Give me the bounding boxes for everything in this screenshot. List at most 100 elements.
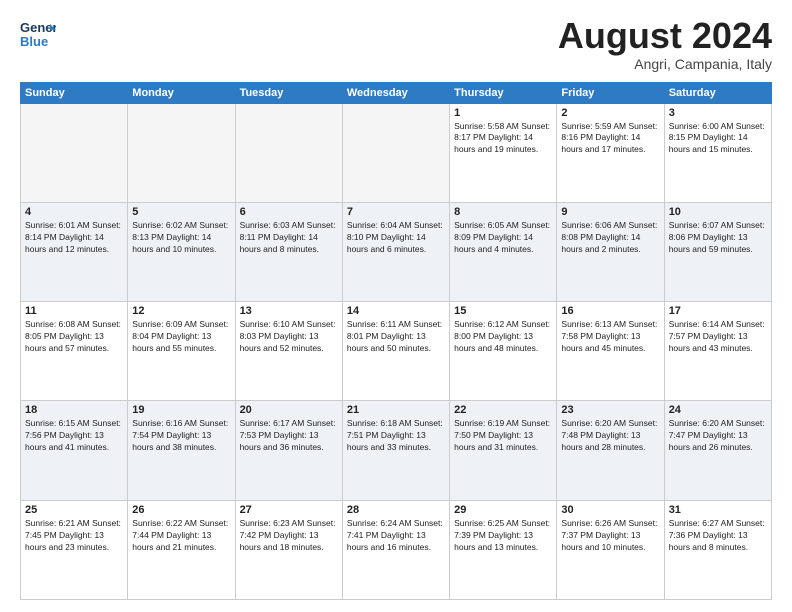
- calendar-cell: 6Sunrise: 6:03 AM Sunset: 8:11 PM Daylig…: [235, 202, 342, 301]
- day-number: 3: [669, 107, 767, 119]
- day-info: Sunrise: 6:18 AM Sunset: 7:51 PM Dayligh…: [347, 418, 445, 454]
- day-number: 11: [25, 305, 123, 317]
- day-info: Sunrise: 6:20 AM Sunset: 7:48 PM Dayligh…: [561, 418, 659, 454]
- week-row-5: 25 Sunrise: 6:21 AM Sunset: 7:45 PM Dayli…: [21, 500, 772, 599]
- day-number: 5: [132, 206, 230, 218]
- day-info: Sunrise: 6:01 AM Sunset: 8:14 PM Dayligh…: [25, 220, 123, 256]
- day-info: Sunrise: 6:12 AM Sunset: 8:00 PM Dayligh…: [454, 319, 552, 355]
- day-number: 20: [240, 404, 338, 416]
- day-number: 4: [25, 206, 123, 218]
- day-info: Sunrise: 6:14 AM Sunset: 7:57 PM Dayligh…: [669, 319, 767, 355]
- day-number: 10: [669, 206, 767, 218]
- calendar-cell: [342, 103, 449, 202]
- page: General Blue August 2024 Angri, Campania…: [0, 0, 792, 612]
- day-number: 2: [561, 107, 659, 119]
- day-number: 15: [454, 305, 552, 317]
- day-info: Sunrise: 6:23 AM Sunset: 7:42 PM Dayligh…: [240, 518, 338, 554]
- day-number: 13: [240, 305, 338, 317]
- month-title: August 2024: [558, 16, 772, 56]
- calendar-cell: 2 Sunrise: 5:59 AM Sunset: 8:16 PM Daylig…: [557, 103, 664, 202]
- weekday-header-saturday: Saturday: [664, 82, 771, 103]
- logo-icon: General Blue: [20, 16, 56, 52]
- day-info: Sunrise: 6:20 AM Sunset: 7:47 PM Dayligh…: [669, 418, 767, 454]
- day-number: 12: [132, 305, 230, 317]
- day-number: 24: [669, 404, 767, 416]
- day-number: 14: [347, 305, 445, 317]
- day-info: Sunrise: 6:15 AM Sunset: 7:56 PM Dayligh…: [25, 418, 123, 454]
- calendar-cell: 4 Sunrise: 6:01 AM Sunset: 8:14 PM Daylig…: [21, 202, 128, 301]
- weekday-header-thursday: Thursday: [450, 82, 557, 103]
- day-info: Sunrise: 6:25 AM Sunset: 7:39 PM Dayligh…: [454, 518, 552, 554]
- calendar-table: SundayMondayTuesdayWednesdayThursdayFrid…: [20, 82, 772, 600]
- weekday-header-monday: Monday: [128, 82, 235, 103]
- calendar-cell: 23 Sunrise: 6:20 AM Sunset: 7:48 PM Dayli…: [557, 401, 664, 500]
- calendar-cell: [21, 103, 128, 202]
- day-info: Sunrise: 6:19 AM Sunset: 7:50 PM Dayligh…: [454, 418, 552, 454]
- calendar-cell: 31Sunrise: 6:27 AM Sunset: 7:36 PM Dayli…: [664, 500, 771, 599]
- day-number: 18: [25, 404, 123, 416]
- day-number: 26: [132, 504, 230, 516]
- calendar-cell: [235, 103, 342, 202]
- day-info: Sunrise: 6:11 AM Sunset: 8:01 PM Dayligh…: [347, 319, 445, 355]
- location-subtitle: Angri, Campania, Italy: [558, 56, 772, 72]
- day-number: 6: [240, 206, 338, 218]
- day-number: 8: [454, 206, 552, 218]
- day-info: Sunrise: 6:07 AM Sunset: 8:06 PM Dayligh…: [669, 220, 767, 256]
- calendar-cell: 16 Sunrise: 6:13 AM Sunset: 7:58 PM Dayli…: [557, 302, 664, 401]
- calendar-cell: 13Sunrise: 6:10 AM Sunset: 8:03 PM Dayli…: [235, 302, 342, 401]
- calendar-cell: 26 Sunrise: 6:22 AM Sunset: 7:44 PM Dayli…: [128, 500, 235, 599]
- day-number: 22: [454, 404, 552, 416]
- day-info: Sunrise: 6:06 AM Sunset: 8:08 PM Dayligh…: [561, 220, 659, 256]
- calendar-cell: 5 Sunrise: 6:02 AM Sunset: 8:13 PM Daylig…: [128, 202, 235, 301]
- day-info: Sunrise: 5:58 AM Sunset: 8:17 PM Dayligh…: [454, 121, 552, 157]
- week-row-4: 18 Sunrise: 6:15 AM Sunset: 7:56 PM Dayli…: [21, 401, 772, 500]
- day-number: 21: [347, 404, 445, 416]
- calendar-cell: 9 Sunrise: 6:06 AM Sunset: 8:08 PM Daylig…: [557, 202, 664, 301]
- week-row-3: 11 Sunrise: 6:08 AM Sunset: 8:05 PM Dayli…: [21, 302, 772, 401]
- weekday-header-tuesday: Tuesday: [235, 82, 342, 103]
- day-info: Sunrise: 6:26 AM Sunset: 7:37 PM Dayligh…: [561, 518, 659, 554]
- calendar-cell: 29Sunrise: 6:25 AM Sunset: 7:39 PM Dayli…: [450, 500, 557, 599]
- week-row-1: 1Sunrise: 5:58 AM Sunset: 8:17 PM Daylig…: [21, 103, 772, 202]
- day-info: Sunrise: 6:05 AM Sunset: 8:09 PM Dayligh…: [454, 220, 552, 256]
- logo: General Blue: [20, 16, 56, 52]
- day-number: 9: [561, 206, 659, 218]
- day-number: 16: [561, 305, 659, 317]
- day-number: 7: [347, 206, 445, 218]
- calendar-cell: 15 Sunrise: 6:12 AM Sunset: 8:00 PM Dayli…: [450, 302, 557, 401]
- day-info: Sunrise: 6:24 AM Sunset: 7:41 PM Dayligh…: [347, 518, 445, 554]
- day-info: Sunrise: 6:13 AM Sunset: 7:58 PM Dayligh…: [561, 319, 659, 355]
- calendar-cell: 18 Sunrise: 6:15 AM Sunset: 7:56 PM Dayli…: [21, 401, 128, 500]
- calendar-cell: 27Sunrise: 6:23 AM Sunset: 7:42 PM Dayli…: [235, 500, 342, 599]
- calendar-cell: 25 Sunrise: 6:21 AM Sunset: 7:45 PM Dayli…: [21, 500, 128, 599]
- day-info: Sunrise: 5:59 AM Sunset: 8:16 PM Dayligh…: [561, 121, 659, 157]
- weekday-header-wednesday: Wednesday: [342, 82, 449, 103]
- calendar-cell: 11 Sunrise: 6:08 AM Sunset: 8:05 PM Dayli…: [21, 302, 128, 401]
- calendar-cell: 21 Sunrise: 6:18 AM Sunset: 7:51 PM Dayli…: [342, 401, 449, 500]
- day-info: Sunrise: 6:08 AM Sunset: 8:05 PM Dayligh…: [25, 319, 123, 355]
- day-info: Sunrise: 6:22 AM Sunset: 7:44 PM Dayligh…: [132, 518, 230, 554]
- day-number: 23: [561, 404, 659, 416]
- calendar-cell: 22 Sunrise: 6:19 AM Sunset: 7:50 PM Dayli…: [450, 401, 557, 500]
- calendar-cell: 3 Sunrise: 6:00 AM Sunset: 8:15 PM Daylig…: [664, 103, 771, 202]
- calendar-cell: 19Sunrise: 6:16 AM Sunset: 7:54 PM Dayli…: [128, 401, 235, 500]
- day-info: Sunrise: 6:04 AM Sunset: 8:10 PM Dayligh…: [347, 220, 445, 256]
- weekday-header-row: SundayMondayTuesdayWednesdayThursdayFrid…: [21, 82, 772, 103]
- calendar-cell: 20 Sunrise: 6:17 AM Sunset: 7:53 PM Dayli…: [235, 401, 342, 500]
- calendar-cell: 8 Sunrise: 6:05 AM Sunset: 8:09 PM Daylig…: [450, 202, 557, 301]
- day-info: Sunrise: 6:00 AM Sunset: 8:15 PM Dayligh…: [669, 121, 767, 157]
- day-number: 25: [25, 504, 123, 516]
- day-info: Sunrise: 6:17 AM Sunset: 7:53 PM Dayligh…: [240, 418, 338, 454]
- calendar-cell: 10 Sunrise: 6:07 AM Sunset: 8:06 PM Dayli…: [664, 202, 771, 301]
- header: General Blue August 2024 Angri, Campania…: [20, 16, 772, 72]
- day-info: Sunrise: 6:21 AM Sunset: 7:45 PM Dayligh…: [25, 518, 123, 554]
- day-number: 28: [347, 504, 445, 516]
- title-area: August 2024 Angri, Campania, Italy: [558, 16, 772, 72]
- day-info: Sunrise: 6:27 AM Sunset: 7:36 PM Dayligh…: [669, 518, 767, 554]
- calendar-cell: 24 Sunrise: 6:20 AM Sunset: 7:47 PM Dayli…: [664, 401, 771, 500]
- day-info: Sunrise: 6:16 AM Sunset: 7:54 PM Dayligh…: [132, 418, 230, 454]
- weekday-header-sunday: Sunday: [21, 82, 128, 103]
- calendar-cell: 17Sunrise: 6:14 AM Sunset: 7:57 PM Dayli…: [664, 302, 771, 401]
- calendar-cell: [128, 103, 235, 202]
- day-info: Sunrise: 6:02 AM Sunset: 8:13 PM Dayligh…: [132, 220, 230, 256]
